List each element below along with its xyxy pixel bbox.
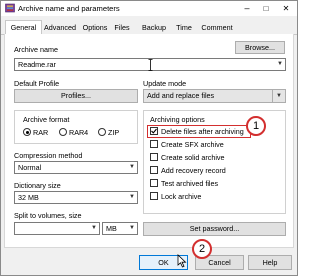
tab-backup[interactable]: Backup: [139, 22, 169, 34]
archive-dialog: Archive name and parameters – □ ✕ Genera…: [0, 0, 298, 276]
tab-files[interactable]: Files: [112, 22, 132, 34]
compression-select[interactable]: Normal ▼: [14, 161, 138, 174]
winrar-icon: [5, 3, 15, 13]
chevron-down-icon[interactable]: ▼: [277, 59, 283, 70]
archiving-options-label: Archiving options: [150, 115, 205, 124]
mouse-pointer-icon: [177, 254, 187, 268]
checkmark-icon: [151, 128, 157, 134]
title-bar: Archive name and parameters – □ ✕: [1, 1, 297, 16]
compression-value: Normal: [18, 163, 42, 172]
text-cursor-icon: [148, 59, 153, 71]
tab-comment[interactable]: Comment: [200, 22, 234, 34]
dictionary-value: 32 MB: [18, 193, 39, 202]
radio-rar[interactable]: [23, 128, 31, 136]
help-button[interactable]: Help: [248, 255, 292, 270]
option-label: Test archived files: [161, 179, 219, 188]
dictionary-label: Dictionary size: [14, 181, 61, 190]
minimize-button[interactable]: –: [237, 1, 257, 16]
checkbox-create-sfx[interactable]: [150, 140, 158, 148]
option-label: Delete files after archiving: [161, 127, 244, 136]
checkbox-recovery-record[interactable]: [150, 166, 158, 174]
radio-rar-label: RAR: [33, 128, 49, 137]
chevron-down-icon[interactable]: ▼: [129, 162, 135, 173]
split-size-field[interactable]: ▼: [14, 222, 100, 235]
default-profile-label: Default Profile: [14, 79, 60, 88]
maximize-button[interactable]: □: [256, 1, 276, 16]
profiles-button[interactable]: Profiles...: [14, 89, 138, 103]
tab-general[interactable]: General: [5, 20, 42, 35]
close-button[interactable]: ✕: [276, 1, 296, 16]
window-title: Archive name and parameters: [18, 4, 120, 13]
archive-name-value: Readme.rar: [18, 60, 56, 69]
set-password-button[interactable]: Set password...: [143, 222, 286, 236]
chevron-down-icon[interactable]: ▼: [276, 90, 282, 102]
update-mode-label: Update mode: [143, 79, 187, 88]
radio-rar4-label: RAR4: [69, 128, 89, 137]
archive-format-label: Archive format: [23, 115, 70, 124]
annotation-badge-2: 2: [192, 239, 212, 259]
archive-name-label: Archive name: [14, 45, 58, 54]
split-unit-value: MB: [106, 224, 117, 233]
tab-advanced[interactable]: Advanced: [42, 22, 78, 34]
tab-options[interactable]: Options: [80, 22, 110, 34]
dictionary-select[interactable]: 32 MB ▼: [14, 191, 138, 204]
split-unit-select[interactable]: MB ▼: [102, 222, 138, 235]
chevron-down-icon[interactable]: ▼: [129, 223, 135, 234]
radio-zip-label: ZIP: [108, 128, 120, 137]
radio-rar4[interactable]: [59, 128, 67, 136]
checkbox-delete-files[interactable]: [150, 127, 158, 135]
update-mode-select[interactable]: Add and replace files ▼: [143, 89, 286, 103]
checkbox-test-files[interactable]: [150, 179, 158, 187]
tab-time[interactable]: Time: [173, 22, 195, 34]
browse-button[interactable]: Browse...: [235, 41, 285, 54]
update-mode-value: Add and replace files: [147, 91, 215, 100]
split-label: Split to volumes, size: [14, 211, 82, 220]
chevron-down-icon[interactable]: ▼: [91, 223, 97, 234]
chevron-down-icon[interactable]: ▼: [129, 192, 135, 203]
checkbox-solid-archive[interactable]: [150, 153, 158, 161]
option-label: Lock archive: [161, 192, 202, 201]
archive-format-group: Archive format RAR RAR4 ZIP: [14, 110, 138, 144]
option-label: Create SFX archive: [161, 140, 224, 149]
checkbox-lock-archive[interactable]: [150, 192, 158, 200]
radio-zip[interactable]: [98, 128, 106, 136]
general-panel: Archive name Browse... Readme.rar ▼ Defa…: [4, 34, 294, 248]
compression-label: Compression method: [14, 151, 83, 160]
tab-bar: General Advanced Options Files Backup Ti…: [1, 18, 297, 35]
annotation-badge-1: 1: [246, 116, 266, 136]
option-label: Add recovery record: [161, 166, 226, 175]
option-label: Create solid archive: [161, 153, 225, 162]
